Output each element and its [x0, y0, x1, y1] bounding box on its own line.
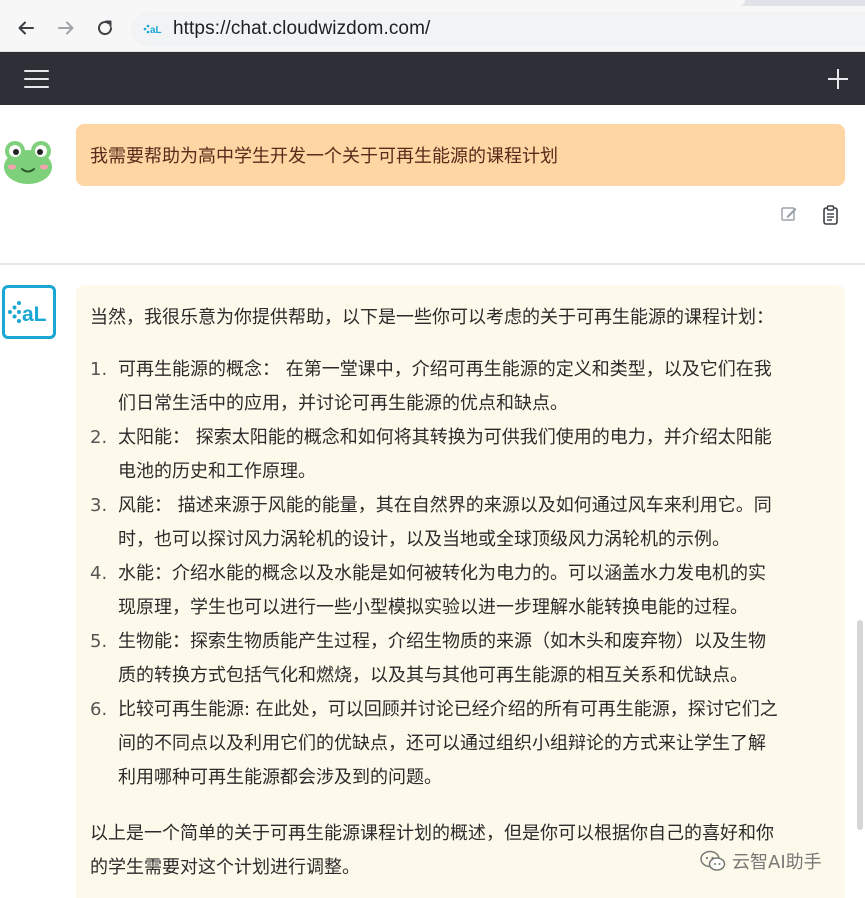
browser-toolbar: aL https://chat.cloudwizdom.com/ — [0, 0, 865, 52]
user-message-row: 我需要帮助为高中学生开发一个关于可再生能源的课程计划 — [0, 105, 865, 263]
reload-icon — [98, 20, 113, 36]
list-item: 1. 可再生能源的概念： 在第一堂课中，介绍可再生能源的定义和类型，以及它们在我… — [90, 353, 831, 421]
list-item: 6. 比较可再生能源: 在此处，可以回顾并讨论已经介绍的所有可再生能源，探讨它们… — [90, 693, 831, 795]
wechat-icon — [700, 850, 726, 871]
app-header — [0, 52, 865, 105]
list-item-line: 可再生能源的概念： 在第一堂课中，介绍可再生能源的定义和类型，以及它们在我 — [118, 359, 772, 380]
list-item-line: 现原理，学生也可以进行一些小型模拟实验以进一步理解水能转换电能的过程。 — [118, 597, 748, 618]
scrollbar-thumb[interactable] — [857, 620, 863, 830]
forward-button[interactable] — [54, 16, 78, 40]
list-item: 4. 水能：介绍水能的概念以及水能是如何被转化为电力的。可以涵盖水力发电机的实 … — [90, 557, 831, 625]
frog-avatar — [4, 141, 52, 184]
svg-text:aL: aL — [22, 303, 47, 326]
list-item-number: 5. — [90, 631, 108, 652]
ai-logo-icon: aL — [8, 301, 47, 326]
summary-line: 以上是一个简单的关于可再生能源课程计划的概述，但是你可以根据你自己的喜好和你 — [90, 823, 774, 844]
watermark: 云智AI助手 — [700, 848, 822, 874]
url-text: https://chat.cloudwizdom.com/ — [173, 18, 431, 39]
arrow-left-icon — [18, 21, 34, 35]
list-item-line: 太阳能： 探索太阳能的概念和如何将其转换为可供我们使用的电力，并介绍太阳能 — [118, 427, 772, 448]
list-item-number: 6. — [90, 699, 108, 720]
address-bar[interactable]: aL https://chat.cloudwizdom.com/ — [131, 12, 865, 46]
edit-icon[interactable] — [780, 205, 798, 223]
list-item-line: 们日常生活中的应用，并讨论可再生能源的优点和缺点。 — [118, 393, 568, 414]
menu-button[interactable] — [24, 68, 50, 90]
list-item-line: 比较可再生能源: 在此处，可以回顾并讨论已经介绍的所有可再生能源，探讨它们之 — [118, 699, 778, 720]
list-item-line: 电池的历史和工作原理。 — [118, 461, 316, 482]
hamburger-icon-line — [24, 78, 49, 80]
svg-text:aL: aL — [150, 25, 162, 36]
list-item-line: 时，也可以探讨风力涡轮机的设计，以及当地或全球顶级风力涡轮机的示例。 — [118, 529, 730, 550]
active-tab-edge — [0, 0, 745, 6]
list-item-number: 1. — [90, 359, 108, 380]
ai-avatar: aL — [2, 285, 56, 339]
list-item-line: 利用哪种可再生能源都会涉及到的问题。 — [118, 767, 442, 788]
back-button[interactable] — [14, 16, 38, 40]
list-item-line: 质的转换方式包括气化和燃烧，以及其与其他可再生能源的相互关系和优缺点。 — [118, 665, 748, 686]
assistant-message-row: aL 当然，我很乐意为你提供帮助，以下是一些你可以考虑的关于可再生能源的课程计划… — [0, 265, 865, 898]
list-item: 5. 生物能：探索生物质能产生过程，介绍生物质的来源（如木头和废弃物）以及生物 … — [90, 625, 831, 693]
list-item: 2. 太阳能： 探索太阳能的概念和如何将其转换为可供我们使用的电力，并介绍太阳能… — [90, 421, 831, 489]
user-message-bubble: 我需要帮助为高中学生开发一个关于可再生能源的课程计划 — [76, 124, 845, 186]
list-item-number: 3. — [90, 495, 108, 516]
list-item-line: 生物能：探索生物质能产生过程，介绍生物质的来源（如木头和废弃物）以及生物 — [118, 631, 766, 652]
list-item-number: 4. — [90, 563, 108, 584]
course-plan-list: 1. 可再生能源的概念： 在第一堂课中，介绍可再生能源的定义和类型，以及它们在我… — [90, 353, 831, 795]
list-item-number: 2. — [90, 427, 108, 448]
list-item-line: 水能：介绍水能的概念以及水能是如何被转化为电力的。可以涵盖水力发电机的实 — [118, 563, 766, 584]
list-item-line: 风能： 描述来源于风能的能量，其在自然界的来源以及如何通过风车来利用它。同 — [118, 495, 772, 516]
assistant-message-bubble: 当然，我很乐意为你提供帮助，以下是一些你可以考虑的关于可再生能源的课程计划： 1… — [76, 285, 845, 898]
watermark-text: 云智AI助手 — [732, 852, 822, 873]
copy-icon[interactable] — [822, 204, 840, 226]
site-favicon-icon: aL — [143, 24, 162, 36]
hamburger-icon — [24, 70, 49, 72]
reload-button[interactable] — [93, 16, 117, 40]
assistant-intro: 当然，我很乐意为你提供帮助，以下是一些你可以考虑的关于可再生能源的课程计划： — [90, 307, 774, 328]
arrow-right-icon — [58, 21, 74, 35]
hamburger-icon-line — [24, 86, 49, 88]
user-message-text: 我需要帮助为高中学生开发一个关于可再生能源的课程计划 — [90, 146, 558, 167]
list-item-line: 间的不同点以及利用它们的优缺点，还可以通过组织小组辩论的方式来让学生了解 — [118, 733, 766, 754]
new-chat-button[interactable] — [827, 68, 849, 90]
list-item: 3. 风能： 描述来源于风能的能量，其在自然界的来源以及如何通过风车来利用它。同… — [90, 489, 831, 557]
